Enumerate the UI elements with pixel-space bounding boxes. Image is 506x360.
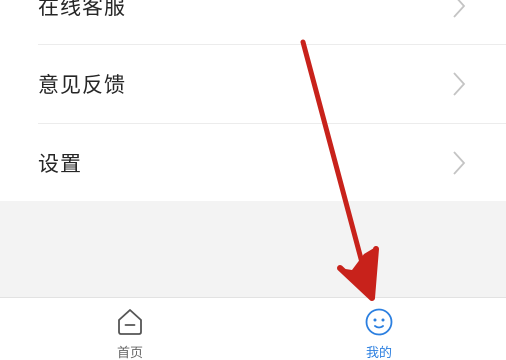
- chevron-right-icon: [453, 0, 466, 18]
- menu-item-feedback[interactable]: 意见反馈: [0, 45, 506, 123]
- menu-item-label: 意见反馈: [38, 73, 126, 97]
- menu-item-settings[interactable]: 设置: [0, 124, 506, 202]
- tab-label: 我的: [365, 346, 392, 360]
- smiley-face-icon: [365, 308, 393, 336]
- menu-item-label: 在线客服: [38, 0, 126, 19]
- tab-label: 首页: [116, 346, 143, 360]
- tab-home[interactable]: 首页: [70, 298, 190, 360]
- chevron-right-icon: [453, 151, 466, 175]
- home-icon: [118, 309, 142, 335]
- chevron-right-icon: [453, 72, 466, 96]
- empty-background-area: [0, 201, 506, 297]
- tab-mine[interactable]: 我的: [319, 298, 439, 360]
- bottom-tab-bar: 首页 我的: [0, 297, 506, 360]
- menu-item-label: 设置: [38, 152, 82, 176]
- screen: 在线客服 意见反馈 设置 首页 我的: [0, 0, 506, 360]
- menu-item-online-service[interactable]: 在线客服: [0, 0, 506, 45]
